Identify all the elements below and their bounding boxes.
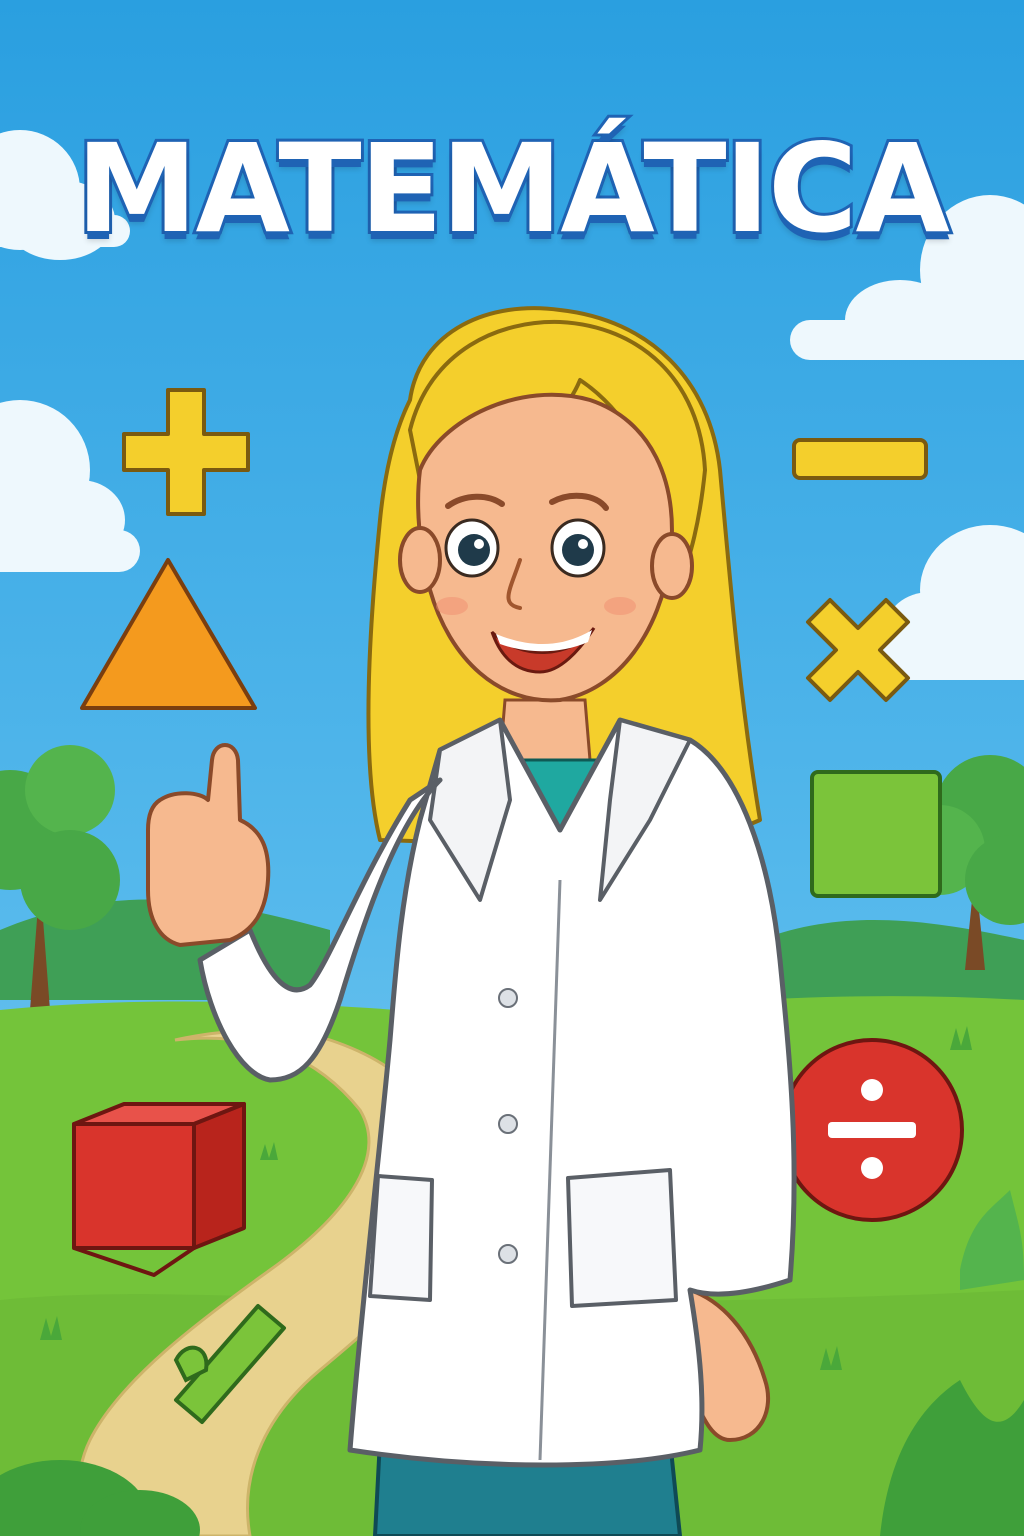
pupil-left bbox=[458, 534, 490, 566]
coat-button-3 bbox=[498, 1244, 518, 1264]
coat-button-1 bbox=[498, 988, 518, 1008]
coat-pocket-right bbox=[566, 1168, 678, 1308]
eye-right-shine bbox=[578, 539, 588, 549]
cheek-right bbox=[604, 597, 636, 615]
ear-left bbox=[398, 526, 442, 594]
divide-icon bbox=[780, 1038, 964, 1222]
cheek-left bbox=[436, 597, 468, 615]
ear-right bbox=[650, 532, 694, 600]
coat-pocket-left bbox=[368, 1174, 434, 1302]
square-icon bbox=[810, 770, 942, 898]
coat-button-2 bbox=[498, 1114, 518, 1134]
poster: MATEMÁTICA bbox=[0, 0, 1024, 1536]
pupil-right bbox=[562, 534, 594, 566]
page-title: MATEMÁTICA bbox=[73, 118, 953, 260]
eye-left-shine bbox=[474, 539, 484, 549]
minus-icon bbox=[792, 438, 928, 480]
